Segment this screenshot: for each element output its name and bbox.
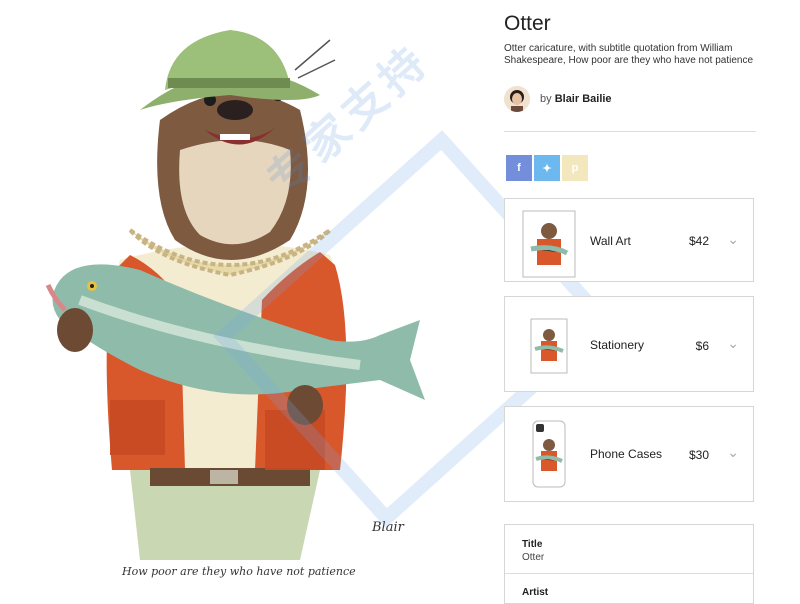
artist-avatar[interactable] [504,86,530,112]
product-price: $6 [695,339,709,353]
artist-byline[interactable]: by Blair Bailie [504,86,612,112]
product-label: Phone Cases [590,447,663,461]
share-buttons: f ✦ p [506,155,588,181]
avatar-portrait [504,86,530,112]
detail-title-value: Otter [522,552,545,563]
twitter-icon[interactable]: ✦ [534,155,560,181]
product-price: $42 [688,234,709,248]
product-card-wall-art[interactable]: Wall Art $42 ⌄ [504,198,754,282]
stationery-thumbnail [530,318,568,374]
artwork-caption: How poor are they who have not patience [122,565,356,578]
product-card-stationery[interactable]: Stationery $6 ⌄ [504,296,754,392]
byline-text: by Blair Bailie [540,93,612,105]
product-label: Stationery [590,338,645,352]
product-description: Otter caricature, with subtitle quotatio… [504,43,754,66]
section-divider [504,131,756,132]
chevron-down-icon[interactable]: ⌄ [727,444,739,461]
facebook-icon[interactable]: f [506,155,532,181]
product-label: Wall Art [590,234,631,248]
chevron-down-icon[interactable]: ⌄ [727,335,739,352]
by-label: by [540,93,552,105]
product-details: Title Otter Artist [504,524,754,604]
product-card-phone-cases[interactable]: Phone Cases $30 ⌄ [504,406,754,502]
product-title: Otter [504,12,551,35]
detail-title-key: Title [522,539,543,550]
product-price: $30 [688,448,709,462]
detail-artist-key: Artist [522,587,549,598]
chevron-down-icon[interactable]: ⌄ [727,231,739,248]
phone-case-thumbnail [532,420,566,488]
artist-name-link[interactable]: Blair Bailie [555,93,612,105]
pinterest-icon[interactable]: p [562,155,588,181]
wall-art-thumbnail [522,210,576,278]
detail-divider [505,573,753,574]
